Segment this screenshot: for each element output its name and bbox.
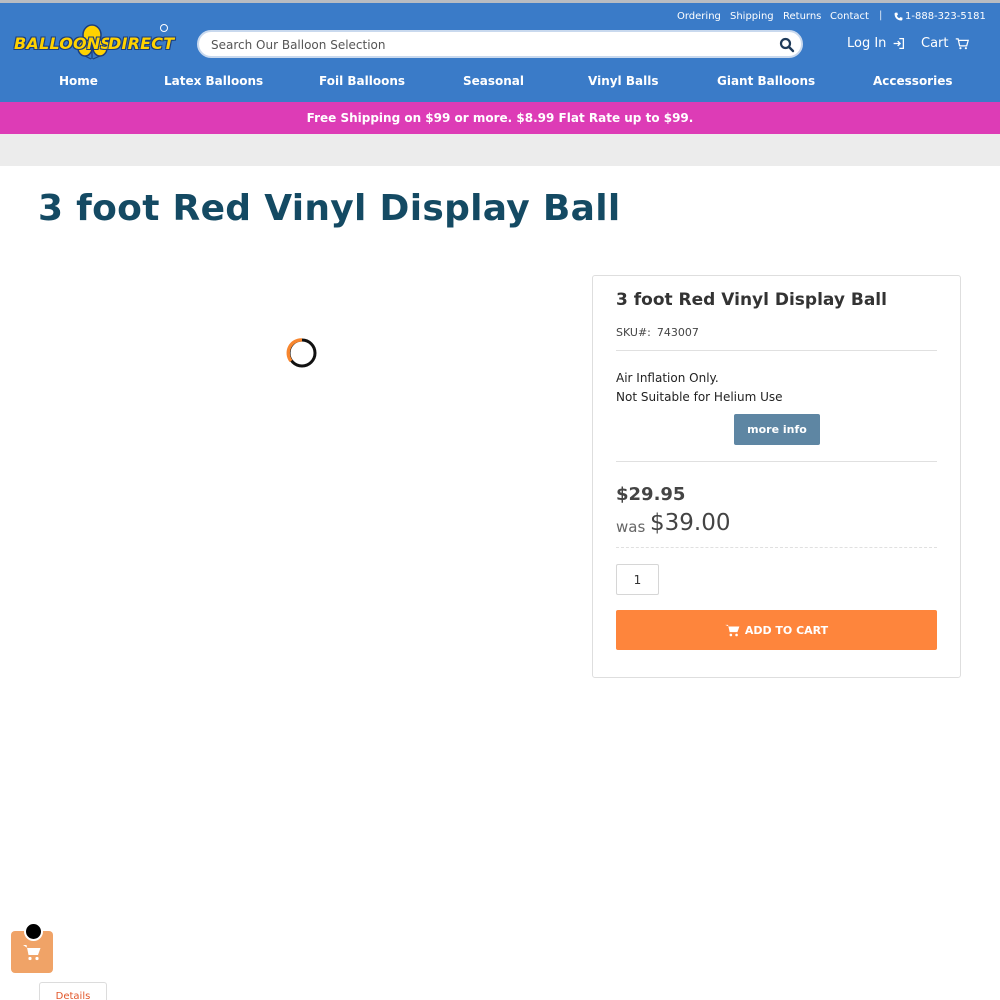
divider: [616, 461, 937, 462]
page-title: 3 foot Red Vinyl Display Ball: [38, 188, 621, 229]
promo-banner: Free Shipping on $99 or more. $8.99 Flat…: [0, 102, 1000, 134]
phone-icon: [894, 12, 903, 21]
nav-vinyl-balls[interactable]: Vinyl Balls: [588, 74, 658, 88]
cart-count-badge: [24, 922, 43, 941]
nav-seasonal[interactable]: Seasonal: [463, 74, 524, 88]
site-logo[interactable]: BALLOONS DIRECT: [12, 23, 174, 63]
breadcrumb-bar: [0, 134, 1000, 166]
util-link-contact[interactable]: Contact: [830, 11, 869, 22]
login-label: Log In: [847, 36, 887, 51]
login-link[interactable]: Log In: [847, 36, 905, 51]
nav-home[interactable]: Home: [59, 74, 98, 88]
loading-spinner-icon: [286, 338, 317, 368]
add-to-cart-button[interactable]: ADD TO CART: [616, 610, 937, 650]
shopping-cart-icon: [725, 624, 740, 636]
cart-label: Cart: [921, 36, 949, 51]
nav-accessories[interactable]: Accessories: [873, 74, 953, 88]
sku-value: 743007: [656, 326, 699, 339]
cart-link[interactable]: Cart: [921, 36, 969, 51]
product-title: 3 foot Red Vinyl Display Ball: [616, 290, 887, 310]
product-description-line: Air Inflation Only.: [616, 371, 719, 385]
product-panel: 3 foot Red Vinyl Display Ball SKU#: 74300…: [592, 275, 961, 678]
util-link-shipping[interactable]: Shipping: [730, 11, 774, 22]
divider: [616, 350, 937, 351]
sign-in-icon: [894, 37, 905, 50]
phone-link[interactable]: 1-888-323-5181: [894, 11, 986, 22]
nav-giant-balloons[interactable]: Giant Balloons: [717, 74, 815, 88]
logo-word-direct: DIRECT: [108, 34, 175, 53]
original-price: $39.00: [650, 510, 731, 536]
sku-label: SKU#:: [616, 326, 651, 339]
divider: [616, 547, 937, 548]
quantity-input[interactable]: [616, 564, 659, 595]
more-info-button[interactable]: more info: [734, 414, 820, 445]
search-bar: [197, 30, 803, 58]
util-separator: |: [879, 10, 883, 21]
add-to-cart-label: ADD TO CART: [744, 623, 829, 637]
phone-number: 1-888-323-5181: [905, 11, 986, 22]
was-label: was: [616, 518, 646, 536]
sale-price: $29.95: [616, 484, 686, 505]
util-link-ordering[interactable]: Ordering: [677, 11, 721, 22]
util-link-returns[interactable]: Returns: [783, 11, 821, 22]
search-input[interactable]: [211, 36, 771, 54]
details-tab[interactable]: Details: [39, 982, 107, 1000]
shopping-cart-icon: [955, 38, 969, 50]
logo-word-balloons: BALLOONS: [14, 34, 113, 53]
nav-foil-balloons[interactable]: Foil Balloons: [319, 74, 405, 88]
search-icon[interactable]: [779, 37, 795, 53]
product-sku: SKU#: 743007: [616, 326, 699, 339]
nav-latex-balloons[interactable]: Latex Balloons: [164, 74, 263, 88]
site-header: BALLOONS DIRECT Ordering Shipping Return…: [0, 3, 1000, 102]
product-description-line: Not Suitable for Helium Use: [616, 390, 783, 404]
